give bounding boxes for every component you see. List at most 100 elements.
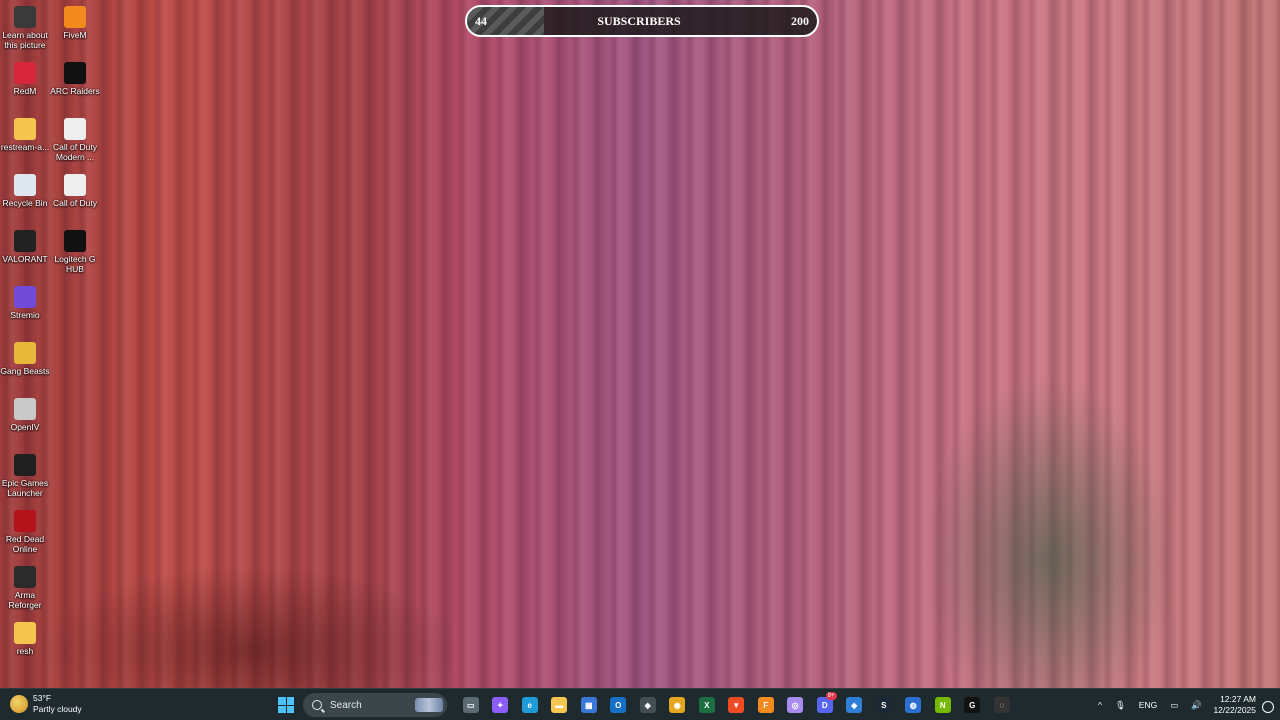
search-icon (312, 700, 322, 710)
epic-games-icon (14, 454, 36, 476)
arc-raiders-icon (64, 62, 86, 84)
windows-logo-icon (278, 697, 286, 705)
desktop-icon-label: Recycle Bin (2, 199, 48, 208)
desktop-icon[interactable]: Logitech G HUB (50, 226, 100, 280)
weather-widget[interactable]: 53°F Partly cloudy (10, 693, 82, 715)
fivem-icon (64, 6, 86, 28)
desktop-icon[interactable]: Stremio (0, 282, 50, 336)
network-icon[interactable]: ▭ (1170, 700, 1178, 711)
camera-icon (14, 6, 36, 28)
app-ring-icon: ◍ (905, 697, 922, 713)
taskbar-app[interactable]: G (958, 694, 988, 716)
desktop-icon[interactable]: Red Dead Online (0, 506, 50, 560)
desktop-icon-label: OpenIV (10, 423, 40, 432)
desktop-icon[interactable]: RedM (0, 58, 50, 112)
taskbar-app[interactable]: ◍ (899, 694, 929, 716)
taskbar-app[interactable]: ◈ (840, 694, 870, 716)
desktop-wallpaper[interactable]: Learn about this picture FiveM RedM ARC Rai… (0, 0, 1280, 688)
taskbar-app[interactable]: ▦ (574, 694, 604, 716)
folder-icon (14, 622, 36, 644)
desktop-icon[interactable]: Call of Duty (50, 170, 100, 224)
search-label: Search (330, 699, 362, 711)
clock[interactable]: 12:27 AM 12/22/2025 (1206, 694, 1256, 716)
desktop-icon-label: Epic Games Launcher (1, 479, 49, 498)
desktop-icon-label: RedM (13, 87, 37, 96)
steam-icon: S (875, 697, 892, 713)
desktop-icon[interactable]: Recycle Bin (0, 170, 50, 224)
nvidia-icon: N (934, 697, 951, 713)
chrome-icon: ◉ (669, 697, 686, 713)
clock-date: 12/22/2025 (1213, 705, 1256, 715)
desktop-icon-label: Gang Beasts (0, 367, 50, 376)
show-hidden-icons-chevron-icon[interactable]: ^ (1098, 700, 1102, 710)
desktop-icon-label: ARC Raiders (50, 87, 100, 96)
language-indicator[interactable]: ENG (1139, 700, 1157, 710)
desktop-icon[interactable]: Gang Beasts (0, 338, 50, 392)
weather-temperature: 53°F (33, 693, 52, 703)
taskbar-app[interactable]: ✦ (486, 694, 516, 716)
desktop-icon[interactable]: resh (0, 618, 50, 672)
taskbar-app[interactable]: ▭ (456, 694, 486, 716)
desktop-icon-label: Stremio (10, 311, 40, 320)
taskbar: 53°F Partly cloudy Search ▭ ✦ e ▬ ▦ O ◆ ◉ X ▼ F ◎ D 9… (0, 688, 1280, 720)
taskbar-app[interactable]: e (515, 694, 545, 716)
desktop-icon-label: FiveM (63, 31, 87, 40)
taskbar-app-list: ▭ ✦ e ▬ ▦ O ◆ ◉ X ▼ F ◎ D 9+ ◈ S ◍ N G ◌ (456, 692, 1017, 716)
microsoft-store-icon: ▦ (580, 697, 597, 713)
taskbar-app[interactable]: F (751, 694, 781, 716)
taskbar-app[interactable]: O (604, 694, 634, 716)
taskbar-app[interactable]: ◌ (987, 694, 1017, 716)
desktop-icon-label: Call of Duty (53, 199, 97, 208)
subscriber-label: SUBSCRIBERS (597, 13, 681, 28)
taskbar-app[interactable]: ◉ (663, 694, 693, 716)
desktop-icon-label: Call of Duty Modern ... (53, 143, 97, 162)
taskbar-app[interactable]: ◆ (633, 694, 663, 716)
desktop-icon[interactable]: Call of Duty Modern ... (50, 114, 100, 168)
taskbar-app[interactable]: X (692, 694, 722, 716)
subscriber-current-count: 44 (475, 13, 487, 28)
logitech-icon: G (964, 697, 981, 713)
weather-description: Partly cloudy (33, 704, 82, 714)
stremio-icon (14, 286, 36, 308)
file-icon (64, 118, 86, 140)
taskbar-app[interactable]: S (869, 694, 899, 716)
desktop-icon-label: VALORANT (2, 255, 48, 264)
desktop-icon[interactable]: VALORANT (0, 226, 50, 280)
taskbar-app[interactable]: D 9+ (810, 692, 840, 716)
redm-icon (14, 62, 36, 84)
task-view-icon: ▭ (462, 697, 479, 713)
desktop-icon-label: Learn about this picture (2, 31, 48, 50)
file-explorer-icon: ▬ (551, 697, 568, 713)
desktop-icon[interactable]: Learn about this picture (0, 2, 50, 56)
volume-icon[interactable]: 🔊 (1191, 700, 1202, 711)
search-box[interactable]: Search (303, 693, 447, 717)
desktop-icon[interactable]: Arma Reforger (0, 562, 50, 616)
weather-sun-icon (10, 695, 28, 713)
soundpad-icon: ◎ (787, 697, 804, 713)
taskbar-app[interactable]: ◎ (781, 694, 811, 716)
valorant-icon (14, 230, 36, 252)
desktop-icon[interactable]: FiveM (50, 2, 100, 56)
desktop-icon[interactable]: ARC Raiders (50, 58, 100, 112)
desktop-icon[interactable]: OpenIV (0, 394, 50, 448)
start-button[interactable] (278, 697, 294, 713)
outlook-icon: O (610, 697, 627, 713)
subscriber-goal: 200 (791, 13, 809, 28)
subscriber-counter: 44 SUBSCRIBERS 200 (465, 5, 819, 37)
desktop-icon-label: restream-a... (0, 143, 50, 152)
file-icon (64, 174, 86, 196)
taskbar-app[interactable]: N (928, 694, 958, 716)
desktop-icon[interactable]: Epic Games Launcher (0, 450, 50, 504)
notification-badge: 9+ (825, 692, 837, 700)
taskbar-app[interactable]: ▬ (545, 694, 575, 716)
app-cube-icon: ◆ (639, 697, 656, 713)
system-tray: ^ 🎙 ENG ▭ 🔊 (1098, 689, 1215, 720)
copilot-icon: ✦ (492, 697, 509, 713)
taskbar-app[interactable]: ▼ (722, 694, 752, 716)
notification-bell-icon[interactable] (1262, 701, 1274, 713)
microphone-icon[interactable]: 🎙 (1115, 700, 1126, 711)
search-highlight-icon (415, 698, 443, 712)
brave-icon: ▼ (728, 697, 745, 713)
desktop-icon[interactable]: restream-a... (0, 114, 50, 168)
logitech-icon (64, 230, 86, 252)
